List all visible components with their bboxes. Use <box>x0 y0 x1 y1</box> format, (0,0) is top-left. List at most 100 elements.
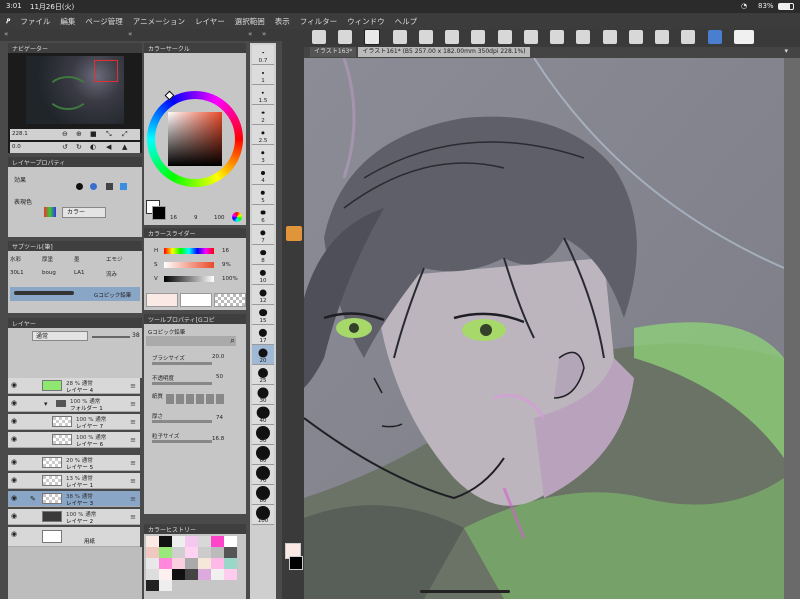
help-icon[interactable] <box>733 30 754 44</box>
layer-panel-header[interactable]: レイヤー <box>8 318 142 328</box>
expand-right-icon[interactable]: » <box>262 30 266 38</box>
brush-size-option[interactable]: 5 <box>252 185 274 205</box>
layer-menu-icon[interactable]: ≡ <box>130 418 136 426</box>
color-history-swatch[interactable] <box>211 569 224 580</box>
rotate-slider-row[interactable]: 0.0 ↺ ↻ ◐ ◀ ▲ <box>10 142 140 153</box>
color-slider-header[interactable]: カラースライダー <box>144 228 246 238</box>
brush-size-option[interactable]: 80 <box>252 485 274 505</box>
zoom-in-icon[interactable]: ⊕ <box>76 130 82 138</box>
transparent-color-chip[interactable] <box>214 293 246 307</box>
folder-expand-icon[interactable]: ▾ <box>44 400 48 408</box>
eraser-tool-icon[interactable] <box>286 314 302 329</box>
brush-size-option[interactable]: 7 <box>252 225 274 245</box>
brush-size-option[interactable]: 25 <box>252 365 274 385</box>
color-history-swatch[interactable] <box>159 569 172 580</box>
layer-menu-icon[interactable]: ≡ <box>130 382 136 390</box>
collapse-right-icon[interactable]: « <box>248 30 252 38</box>
menu-layer[interactable]: レイヤー <box>195 16 225 27</box>
navigator-header[interactable]: ナビゲーター <box>8 43 142 53</box>
color-history-swatch[interactable] <box>185 536 198 547</box>
undo-icon[interactable] <box>418 30 433 44</box>
correction-tool-icon[interactable] <box>286 512 302 527</box>
saturation-value-square[interactable] <box>168 112 222 166</box>
color-mode-toggle-icon[interactable] <box>232 212 242 222</box>
color-history-swatch[interactable] <box>185 558 198 569</box>
menu-animation[interactable]: アニメーション <box>133 16 185 27</box>
color-history-header[interactable]: カラーヒストリー <box>144 524 246 534</box>
clear-icon[interactable] <box>471 30 486 44</box>
menu-file[interactable]: ファイル <box>20 16 50 27</box>
lasso-tool-icon[interactable] <box>286 160 302 175</box>
brush-size-option[interactable]: 50 <box>252 425 274 445</box>
sub-tool-item[interactable]: 30L1 <box>10 270 42 282</box>
visibility-eye-icon[interactable]: ◉ <box>11 400 18 407</box>
brush-size-option[interactable]: 60 <box>252 445 274 465</box>
actual-size-icon[interactable]: ⤡ <box>106 130 112 139</box>
transform-icon[interactable] <box>497 30 512 44</box>
reset-rotate-icon[interactable]: ◐ <box>90 143 96 151</box>
color-history-swatch[interactable] <box>172 558 185 569</box>
hand-tool-icon[interactable] <box>286 72 302 87</box>
crop-icon[interactable] <box>628 30 643 44</box>
effect-border-icon[interactable] <box>76 183 83 190</box>
zoom-slider-row[interactable]: 228.1 ⊖ ⊕ ■ ⤡ ⤢ <box>10 129 140 140</box>
visibility-eye-icon[interactable]: ◉ <box>11 513 18 520</box>
ruler-tool-icon[interactable] <box>286 446 302 461</box>
menu-page[interactable]: ページ管理 <box>85 16 122 27</box>
select-all-icon[interactable] <box>602 30 617 44</box>
layer-menu-icon[interactable]: ≡ <box>130 400 136 408</box>
brush-size-option[interactable]: 100 <box>252 505 274 525</box>
airbrush-tool-icon[interactable] <box>286 270 302 285</box>
operation-tool-icon[interactable] <box>286 116 302 131</box>
menu-filter[interactable]: フィルター <box>300 16 337 27</box>
color-history-swatch[interactable] <box>198 547 211 558</box>
visibility-eye-icon[interactable]: ◉ <box>11 459 18 466</box>
eyedropper-tool-icon[interactable] <box>286 182 302 197</box>
layer-menu-icon[interactable]: ≡ <box>130 459 136 467</box>
invert-icon[interactable] <box>576 30 591 44</box>
menu-edit[interactable]: 編集 <box>60 16 75 27</box>
sub-color-chip[interactable] <box>180 293 212 307</box>
menu-help[interactable]: ヘルプ <box>395 16 418 27</box>
text-tool-icon[interactable] <box>286 468 302 483</box>
color-history-swatch[interactable] <box>146 569 159 580</box>
visibility-eye-icon[interactable]: ◉ <box>11 495 18 502</box>
rotate-tool-icon[interactable] <box>286 94 302 109</box>
menu-selection[interactable]: 選択範囲 <box>235 16 265 27</box>
paper-texture-select[interactable] <box>166 394 226 404</box>
brush-size-option[interactable]: 30 <box>252 385 274 405</box>
effect-layer-color-icon[interactable] <box>106 183 113 190</box>
sub-tool-item[interactable]: 厚塗 <box>42 255 74 267</box>
move-icon[interactable] <box>338 30 353 44</box>
color-history-swatch[interactable] <box>159 536 172 547</box>
brush-size-option[interactable]: 6 <box>252 205 274 225</box>
brush-size-option[interactable]: 1.5 <box>252 85 274 105</box>
app-logo-icon[interactable]: ዖ <box>6 16 10 26</box>
thickness-slider[interactable] <box>152 420 212 423</box>
tool-search-icon[interactable]: ⌕ <box>230 336 235 346</box>
selected-brush-row[interactable]: Gコピック鉛筆 <box>10 287 140 301</box>
brush-size-option[interactable]: 20 <box>252 345 274 365</box>
color-history-swatch[interactable] <box>159 547 172 558</box>
snap-icon[interactable] <box>364 29 381 45</box>
new-icon[interactable] <box>392 30 407 44</box>
sub-tool-item[interactable]: 流み <box>106 270 138 282</box>
color-history-swatch[interactable] <box>211 547 224 558</box>
fit-icon[interactable]: ■ <box>90 130 97 138</box>
layer-row[interactable]: ◉ 13 % 通常 レイヤー 1 ≡ <box>8 473 140 489</box>
color-mode-select[interactable]: カラー <box>62 207 106 218</box>
frame-tool-icon[interactable] <box>286 424 302 439</box>
collapse-mid-icon[interactable]: « <box>128 30 132 38</box>
pencil-tool-icon[interactable] <box>286 226 302 241</box>
color-history-swatch[interactable] <box>224 547 237 558</box>
brush-opacity-slider[interactable] <box>152 382 212 385</box>
color-history-swatch[interactable] <box>198 569 211 580</box>
layer-row[interactable]: ◉ 100 % 通常 レイヤー 2 ≡ <box>8 509 140 525</box>
zoom-tool-icon[interactable] <box>286 50 302 65</box>
brush-size-option[interactable]: 10 <box>252 265 274 285</box>
brush-size-option[interactable]: 2.5 <box>252 125 274 145</box>
color-history-swatch[interactable] <box>198 558 211 569</box>
brush-size-option[interactable]: 17 <box>252 325 274 345</box>
effect-color-icon[interactable] <box>120 183 127 190</box>
color-history-swatch[interactable] <box>211 558 224 569</box>
